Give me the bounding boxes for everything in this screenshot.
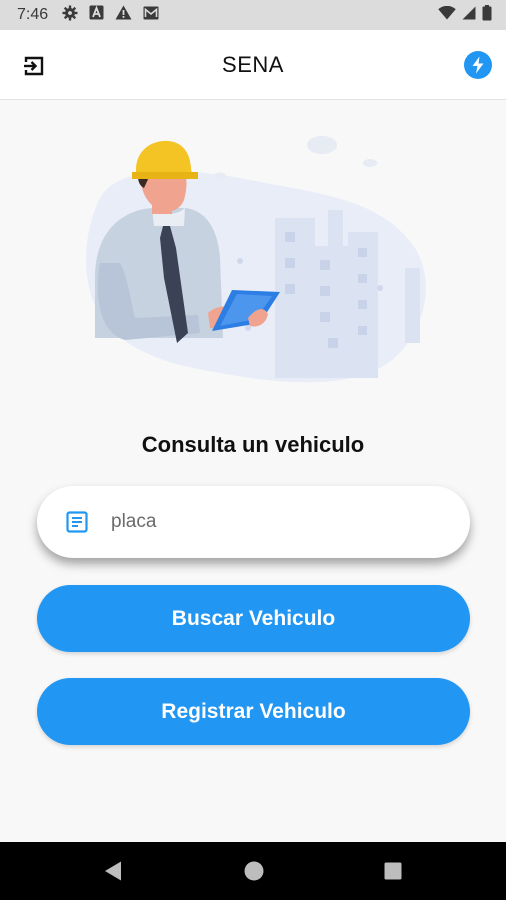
bolt-icon xyxy=(470,56,486,74)
warning-icon xyxy=(115,5,132,25)
back-icon[interactable] xyxy=(101,859,125,883)
status-time: 7:46 xyxy=(17,6,49,23)
wifi-icon xyxy=(438,5,456,25)
plate-input[interactable] xyxy=(111,511,441,533)
status-notification-icons xyxy=(62,5,159,26)
flash-button[interactable] xyxy=(464,51,492,79)
engineer-illustration xyxy=(80,128,430,388)
search-vehicle-button[interactable]: Buscar Vehiculo xyxy=(37,585,470,652)
status-system-icons xyxy=(438,4,492,26)
app-title: SENA xyxy=(222,51,284,77)
a-badge-icon xyxy=(89,5,104,25)
home-icon[interactable] xyxy=(242,859,266,883)
gmail-icon xyxy=(143,6,159,25)
plate-search-field[interactable] xyxy=(37,486,470,558)
logout-button[interactable] xyxy=(20,52,48,80)
register-vehicle-button[interactable]: Registrar Vehiculo xyxy=(37,678,470,745)
document-icon xyxy=(65,510,89,534)
system-nav-bar xyxy=(0,842,506,900)
app-bar: SENA xyxy=(0,30,506,100)
battery-icon xyxy=(482,4,492,26)
recents-icon[interactable] xyxy=(381,859,405,883)
status-bar: 7:46 xyxy=(0,0,506,30)
settings-icon xyxy=(62,5,78,26)
page-heading: Consulta un vehiculo xyxy=(141,432,365,457)
signal-icon xyxy=(462,6,476,25)
logout-icon xyxy=(22,54,46,78)
screen: 7:46 SENA Consulta un vehiculo placa Bus… xyxy=(0,0,506,900)
